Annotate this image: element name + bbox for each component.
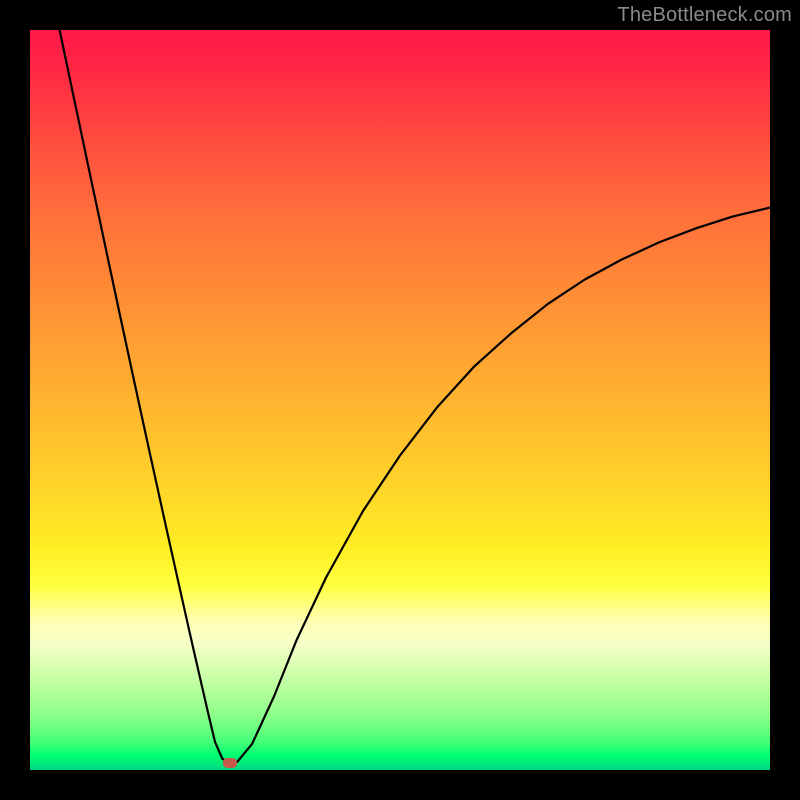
chart-frame: TheBottleneck.com — [0, 0, 800, 800]
attribution-text: TheBottleneck.com — [617, 4, 792, 27]
plot-area — [30, 30, 770, 770]
bottleneck-curve — [60, 30, 770, 763]
curve-svg — [30, 30, 770, 770]
minimum-marker — [223, 758, 237, 768]
